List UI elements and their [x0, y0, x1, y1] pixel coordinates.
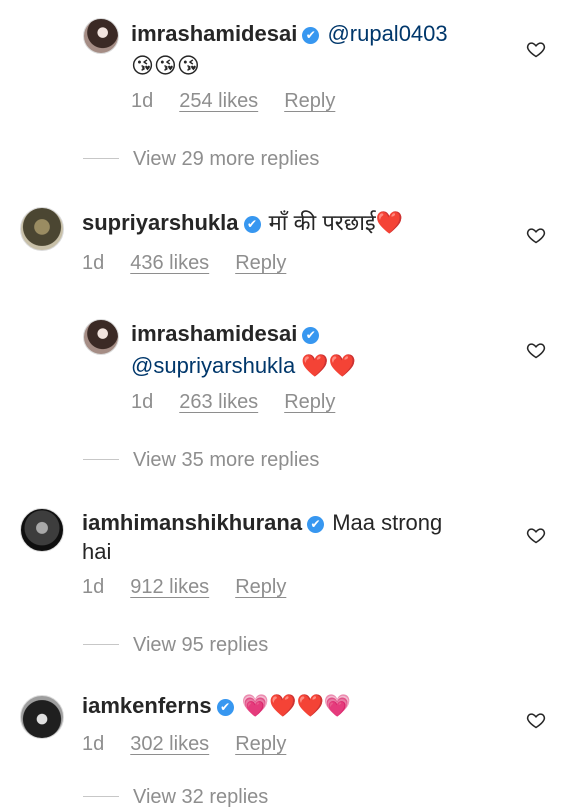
comment-text: hai — [82, 539, 112, 564]
view-replies-label[interactable]: View 29 more replies — [133, 148, 319, 170]
view-replies-button[interactable]: View 32 replies — [83, 786, 268, 809]
divider — [83, 158, 119, 159]
likes-link[interactable]: 912 likes — [130, 576, 209, 598]
comment-text: Maa strong — [332, 510, 443, 535]
view-replies-button[interactable]: View 95 replies — [83, 634, 268, 657]
verified-badge-icon: ✔ — [302, 27, 320, 44]
comment-age: 1d — [131, 391, 154, 413]
comment-username[interactable]: supriyarshukla — [82, 210, 239, 235]
verified-badge-icon: ✔ — [307, 516, 325, 533]
comment-username[interactable]: iamkenferns — [82, 693, 212, 718]
heart-outline-icon[interactable] — [526, 710, 546, 730]
verified-badge-icon: ✔ — [302, 327, 320, 344]
avatar[interactable] — [20, 508, 64, 552]
avatar[interactable] — [83, 319, 119, 355]
reply-button[interactable]: Reply — [284, 90, 335, 112]
divider — [83, 796, 119, 797]
comment-meta: 1d 302 likes Reply — [82, 733, 312, 756]
heart-outline-icon[interactable] — [526, 225, 546, 245]
view-replies-label[interactable]: View 95 replies — [133, 634, 268, 656]
comment-username[interactable]: imrashamidesai — [131, 321, 297, 346]
likes-link[interactable]: 436 likes — [130, 252, 209, 274]
comment-emoji: 😘😘😘 — [131, 53, 200, 78]
comment-emoji: 💗❤️❤️💗 — [241, 693, 352, 718]
comment-age: 1d — [131, 90, 154, 112]
comment-meta: 1d 263 likes Reply — [131, 391, 361, 414]
view-replies-label[interactable]: View 32 replies — [133, 786, 268, 808]
comment-username[interactable]: imrashamidesai — [131, 21, 297, 46]
reply-button[interactable]: Reply — [284, 391, 335, 413]
comment-age: 1d — [82, 252, 105, 274]
likes-link[interactable]: 254 likes — [179, 90, 258, 112]
verified-badge-icon: ✔ — [216, 699, 234, 716]
verified-badge-icon: ✔ — [243, 216, 261, 233]
comment-age: 1d — [82, 733, 105, 755]
reply-button[interactable]: Reply — [235, 252, 286, 274]
view-replies-button[interactable]: View 35 more replies — [83, 449, 319, 472]
divider — [83, 644, 119, 645]
comment-meta: 1d 254 likes Reply — [131, 90, 361, 113]
likes-link[interactable]: 263 likes — [179, 391, 258, 413]
comment-username[interactable]: iamhimanshikhurana — [82, 510, 302, 535]
comment-mention[interactable]: @supriyarshukla — [131, 353, 295, 378]
reply-button[interactable]: Reply — [235, 733, 286, 755]
heart-outline-icon[interactable] — [526, 39, 546, 59]
heart-outline-icon[interactable] — [526, 525, 546, 545]
comment-meta: 1d 436 likes Reply — [82, 252, 312, 275]
comment-mention[interactable]: @rupal0403 — [327, 21, 447, 46]
avatar[interactable] — [83, 18, 119, 54]
avatar[interactable] — [20, 695, 64, 739]
likes-link[interactable]: 302 likes — [130, 733, 209, 755]
reply-button[interactable]: Reply — [235, 576, 286, 598]
view-replies-button[interactable]: View 29 more replies — [83, 148, 319, 171]
comment-text: माँ की परछाई❤️ — [268, 210, 404, 235]
comment-age: 1d — [82, 576, 105, 598]
comment-meta: 1d 912 likes Reply — [82, 576, 312, 599]
divider — [83, 459, 119, 460]
comment-emoji: ❤️❤️ — [301, 353, 357, 378]
view-replies-label[interactable]: View 35 more replies — [133, 449, 319, 471]
avatar[interactable] — [20, 207, 64, 251]
heart-outline-icon[interactable] — [526, 340, 546, 360]
